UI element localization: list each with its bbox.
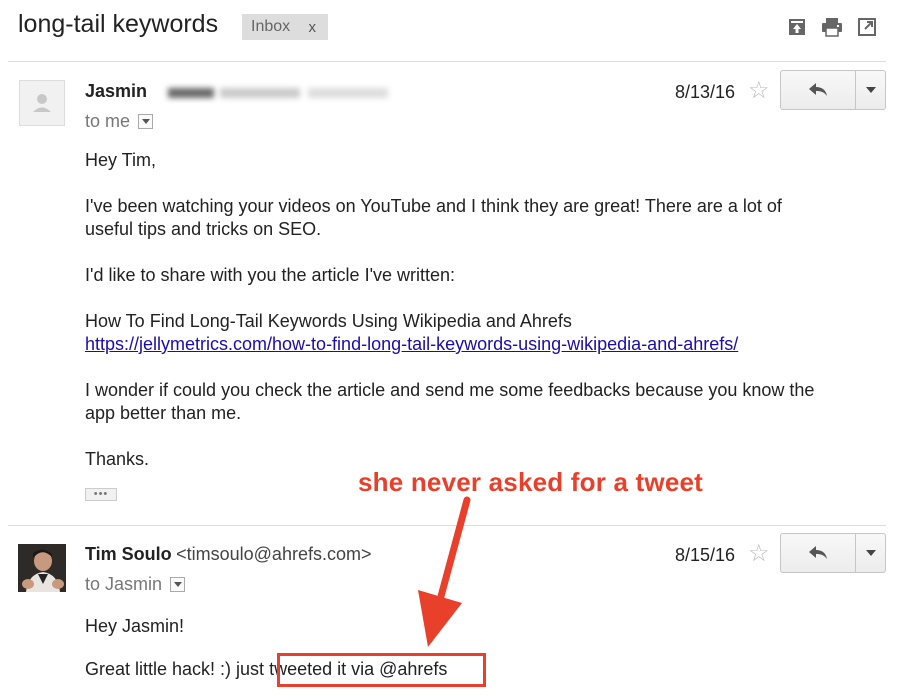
sender-avatar[interactable]: [19, 80, 65, 126]
reply-button[interactable]: [781, 71, 856, 109]
article-title: How To Find Long-Tail Keywords Using Wik…: [85, 311, 572, 331]
message-paragraph: I'd like to share with you the article I…: [85, 265, 456, 285]
line-prefix: Great little hack! :) just: [85, 659, 265, 679]
archive-icon[interactable]: [786, 16, 808, 38]
recipient-line: to me: [85, 111, 154, 132]
more-actions-dropdown[interactable]: [856, 534, 885, 572]
message-date: 8/15/16: [675, 545, 736, 565]
sender-photo[interactable]: [18, 544, 66, 592]
star-icon[interactable]: ☆: [748, 79, 770, 103]
sender-line: Tim Soulo <timsoulo@ahrefs.com>: [85, 544, 371, 565]
print-icon[interactable]: [821, 16, 843, 38]
label-text: Inbox: [251, 18, 291, 35]
message-greeting: Hey Tim,: [85, 150, 157, 170]
sender-name[interactable]: Tim Soulo: [85, 544, 172, 564]
more-actions-dropdown[interactable]: [856, 71, 885, 109]
header-divider: [8, 61, 886, 62]
recipient-text: to me: [85, 111, 131, 131]
reply-button[interactable]: [781, 534, 856, 572]
new-window-icon[interactable]: [856, 16, 878, 38]
recipient-line: to Jasmin: [85, 574, 186, 595]
sender-name[interactable]: Jasmin: [85, 81, 147, 102]
message-paragraph: I wonder if could you check the article …: [85, 380, 815, 423]
annotation-arrow: [418, 496, 471, 647]
annotation-text: she never asked for a tweet: [358, 467, 703, 497]
reply-icon: [809, 546, 827, 559]
message-date: 8/13/16: [675, 82, 736, 102]
recipient-text: to Jasmin: [85, 574, 163, 594]
article-link[interactable]: https://jellymetrics.com/how-to-find-lon…: [85, 333, 738, 356]
remove-label-button[interactable]: x: [309, 19, 317, 36]
reply-button-group: [780, 533, 886, 573]
reply-button-group: [780, 70, 886, 110]
message-closing: Thanks.: [85, 449, 150, 469]
show-details-dropdown[interactable]: [138, 114, 154, 129]
show-details-dropdown[interactable]: [170, 577, 186, 592]
inbox-label-chip[interactable]: Inbox x: [242, 14, 328, 40]
message-paragraph: I've been watching your videos on YouTub…: [85, 196, 782, 239]
show-trimmed-content-button[interactable]: •••: [85, 488, 117, 501]
reply-icon: [809, 83, 827, 96]
annotation-highlight-box: [277, 653, 486, 687]
message-greeting: Hey Jasmin!: [85, 616, 185, 636]
thread-subject: long-tail keywords: [18, 10, 219, 38]
sender-email: <timsoulo@ahrefs.com>: [176, 544, 372, 564]
star-icon[interactable]: ☆: [748, 542, 770, 566]
redacted-email: [168, 83, 392, 103]
